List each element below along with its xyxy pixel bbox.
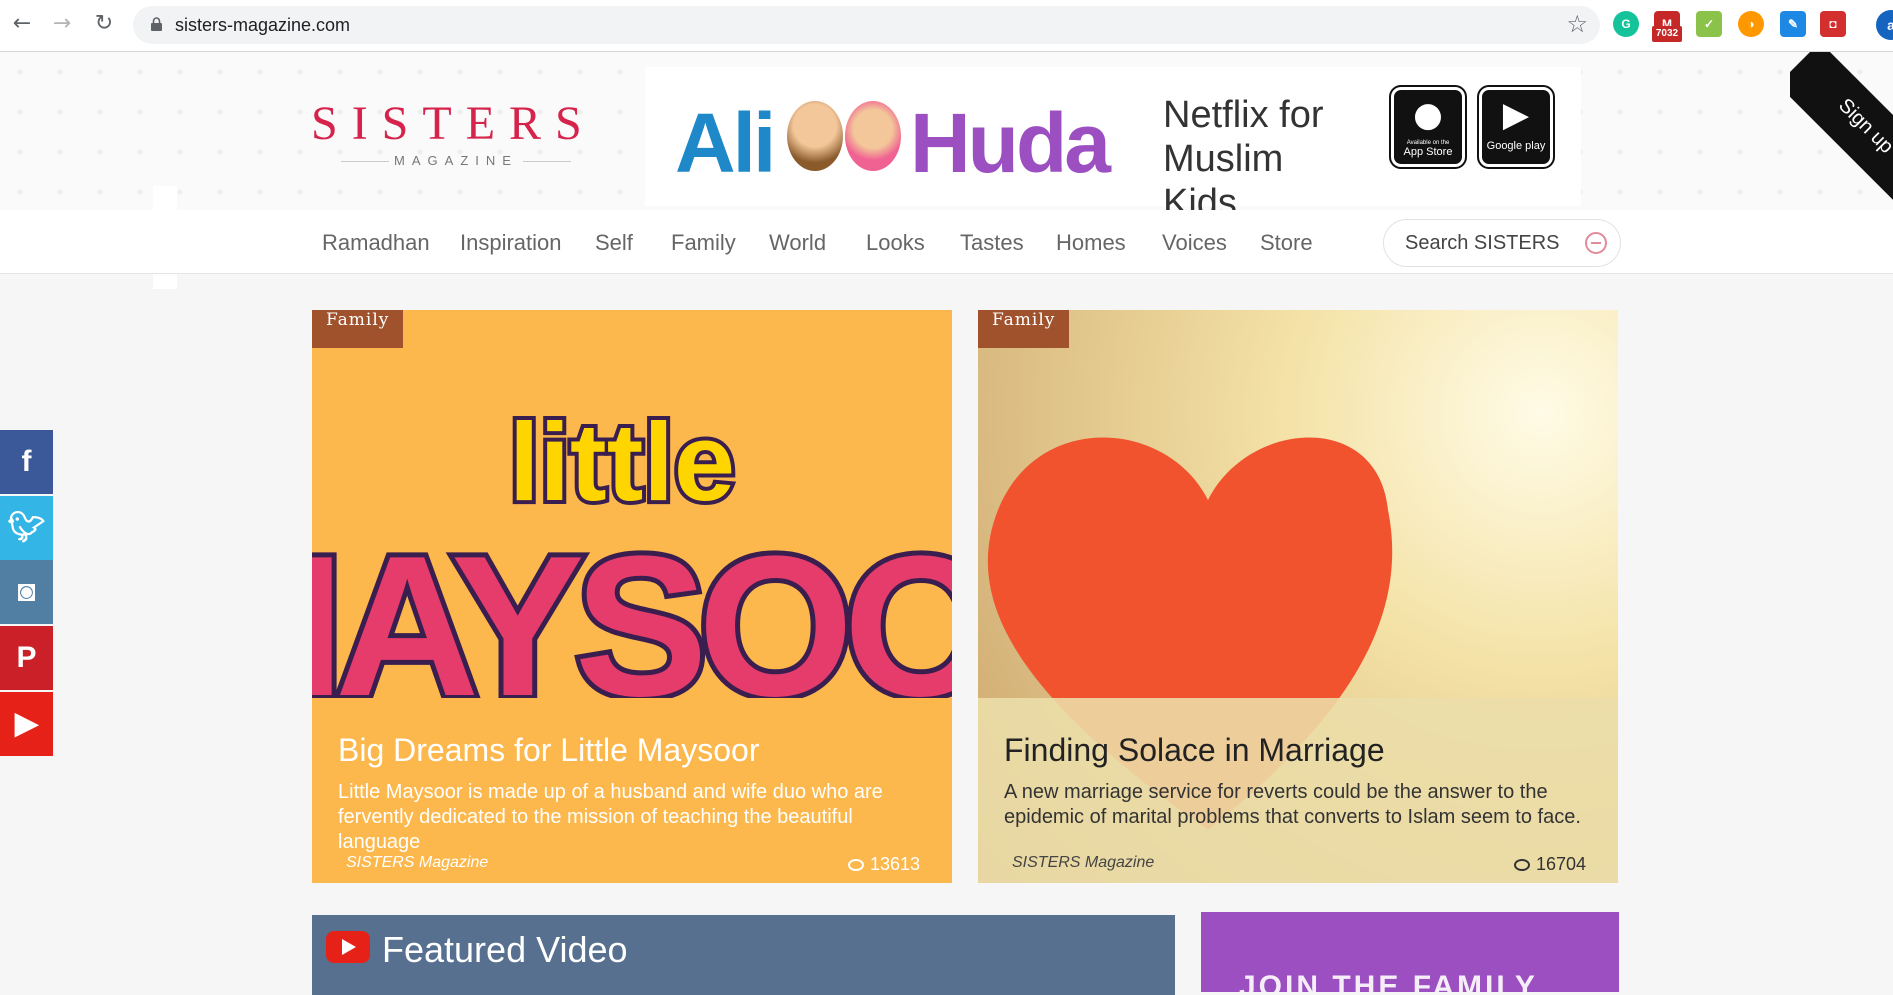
- article-title[interactable]: Finding Solace in Marriage: [1004, 732, 1385, 769]
- article-author: SISTERS Magazine: [346, 854, 489, 871]
- pinterest-icon[interactable]: P: [0, 626, 53, 690]
- shield-extension-icon[interactable]: ◘: [1820, 11, 1846, 37]
- banner-huda-text: Huda: [910, 96, 1111, 190]
- pen-tool-icon[interactable]: ✎: [1780, 11, 1806, 37]
- bookmark-star-icon[interactable]: ☆: [1566, 10, 1588, 38]
- article-title[interactable]: Big Dreams for Little Maysoor: [338, 732, 759, 769]
- girl-avatar-icon: [845, 101, 901, 171]
- category-tag[interactable]: Family: [978, 310, 1070, 348]
- apple-icon: ●: [1413, 95, 1443, 135]
- google-play-badge[interactable]: ▶ Google play: [1477, 85, 1555, 169]
- view-count: 13613: [847, 854, 920, 875]
- signup-ribbon[interactable]: Sign up: [1790, 52, 1893, 212]
- logo-subtitle: MAGAZINE: [311, 153, 601, 168]
- category-tag[interactable]: Family: [312, 310, 404, 348]
- twitter-icon[interactable]: 🐦︎: [0, 496, 53, 560]
- signup-label: Sign up: [1834, 94, 1893, 158]
- forward-icon[interactable]: →: [48, 10, 76, 38]
- banner-ali-text: Ali: [675, 96, 776, 190]
- nav-item-homes[interactable]: Homes: [1056, 230, 1126, 256]
- nav-item-self[interactable]: Self: [595, 230, 633, 256]
- search-input[interactable]: Search SISTERS: [1383, 219, 1621, 267]
- featured-video-label: Featured Video: [382, 929, 628, 970]
- app-store-badge[interactable]: ● Available on the App Store: [1389, 85, 1467, 169]
- banner-tagline: Netflix for Muslim Kids: [1163, 94, 1324, 224]
- view-count-value: 16704: [1535, 854, 1586, 874]
- youtube-play-icon: [326, 931, 370, 963]
- mail-count-badge: 7032: [1652, 26, 1682, 42]
- card-overlay: Big Dreams for Little Maysoor Little May…: [312, 698, 952, 883]
- nav-item-family[interactable]: Family: [671, 230, 736, 256]
- boy-avatar-icon: [787, 101, 843, 171]
- eye-icon: [847, 859, 864, 871]
- lock-icon: [151, 17, 162, 31]
- reload-icon[interactable]: ↻: [90, 10, 118, 38]
- article-card-maysoor[interactable]: little MAYSOO! Family Big Dreams for Lit…: [312, 310, 952, 883]
- checkmark-extension-icon[interactable]: ✓: [1696, 11, 1722, 37]
- google-play-label: Google play: [1486, 140, 1546, 152]
- search-icon[interactable]: [1585, 232, 1607, 254]
- color-picker-icon[interactable]: ◑: [1738, 11, 1764, 37]
- featured-video-section[interactable]: Featured Video: [312, 915, 1175, 995]
- main-nav: Ramadhan Inspiration Self Family World L…: [0, 210, 1893, 274]
- profile-avatar[interactable]: a: [1876, 10, 1893, 40]
- facebook-icon[interactable]: f: [0, 430, 53, 494]
- eye-icon: [1513, 859, 1530, 871]
- article-author: SISTERS Magazine: [1012, 854, 1155, 871]
- app-store-label: App Store: [1403, 146, 1453, 158]
- view-count: 16704: [1513, 854, 1586, 875]
- card-overlay: Finding Solace in Marriage A new marriag…: [978, 698, 1618, 883]
- nav-item-world[interactable]: World: [769, 230, 826, 256]
- youtube-icon[interactable]: ▶: [0, 692, 53, 756]
- maysoor-image-top-text: little: [509, 401, 735, 524]
- join-family-label: JOIN THE FAMILY: [1239, 970, 1538, 992]
- nav-item-inspiration[interactable]: Inspiration: [460, 230, 562, 256]
- site-logo[interactable]: SISTERS MAGAZINE: [311, 96, 601, 168]
- address-bar[interactable]: sisters-magazine.com ☆: [133, 6, 1600, 44]
- nav-item-tastes[interactable]: Tastes: [960, 230, 1024, 256]
- view-count-value: 13613: [869, 854, 920, 874]
- grammarly-icon[interactable]: G: [1613, 11, 1639, 37]
- article-card-marriage[interactable]: Family Finding Solace in Marriage A new …: [978, 310, 1618, 883]
- instagram-icon[interactable]: ◙: [0, 560, 53, 624]
- article-description: A new marriage service for reverts could…: [1004, 781, 1581, 828]
- nav-item-ramadhan[interactable]: Ramadhan: [322, 230, 430, 256]
- back-icon[interactable]: ←: [8, 10, 36, 38]
- url-text: sisters-magazine.com: [175, 15, 351, 35]
- search-placeholder: Search SISTERS: [1405, 232, 1560, 254]
- nav-item-store[interactable]: Store: [1260, 230, 1313, 256]
- nav-item-looks[interactable]: Looks: [866, 230, 925, 256]
- logo-title: SISTERS: [311, 97, 596, 150]
- article-description: Little Maysoor is made up of a husband a…: [338, 781, 883, 853]
- join-family-panel[interactable]: JOIN THE FAMILY: [1201, 912, 1619, 992]
- ad-banner[interactable]: Ali Huda Netflix for Muslim Kids ● Avail…: [645, 67, 1581, 224]
- play-store-icon: ▶: [1502, 95, 1530, 135]
- browser-toolbar: ← → ↻ sisters-magazine.com ☆ G M 7032 ✓ …: [0, 0, 1893, 52]
- nav-item-voices[interactable]: Voices: [1162, 230, 1227, 256]
